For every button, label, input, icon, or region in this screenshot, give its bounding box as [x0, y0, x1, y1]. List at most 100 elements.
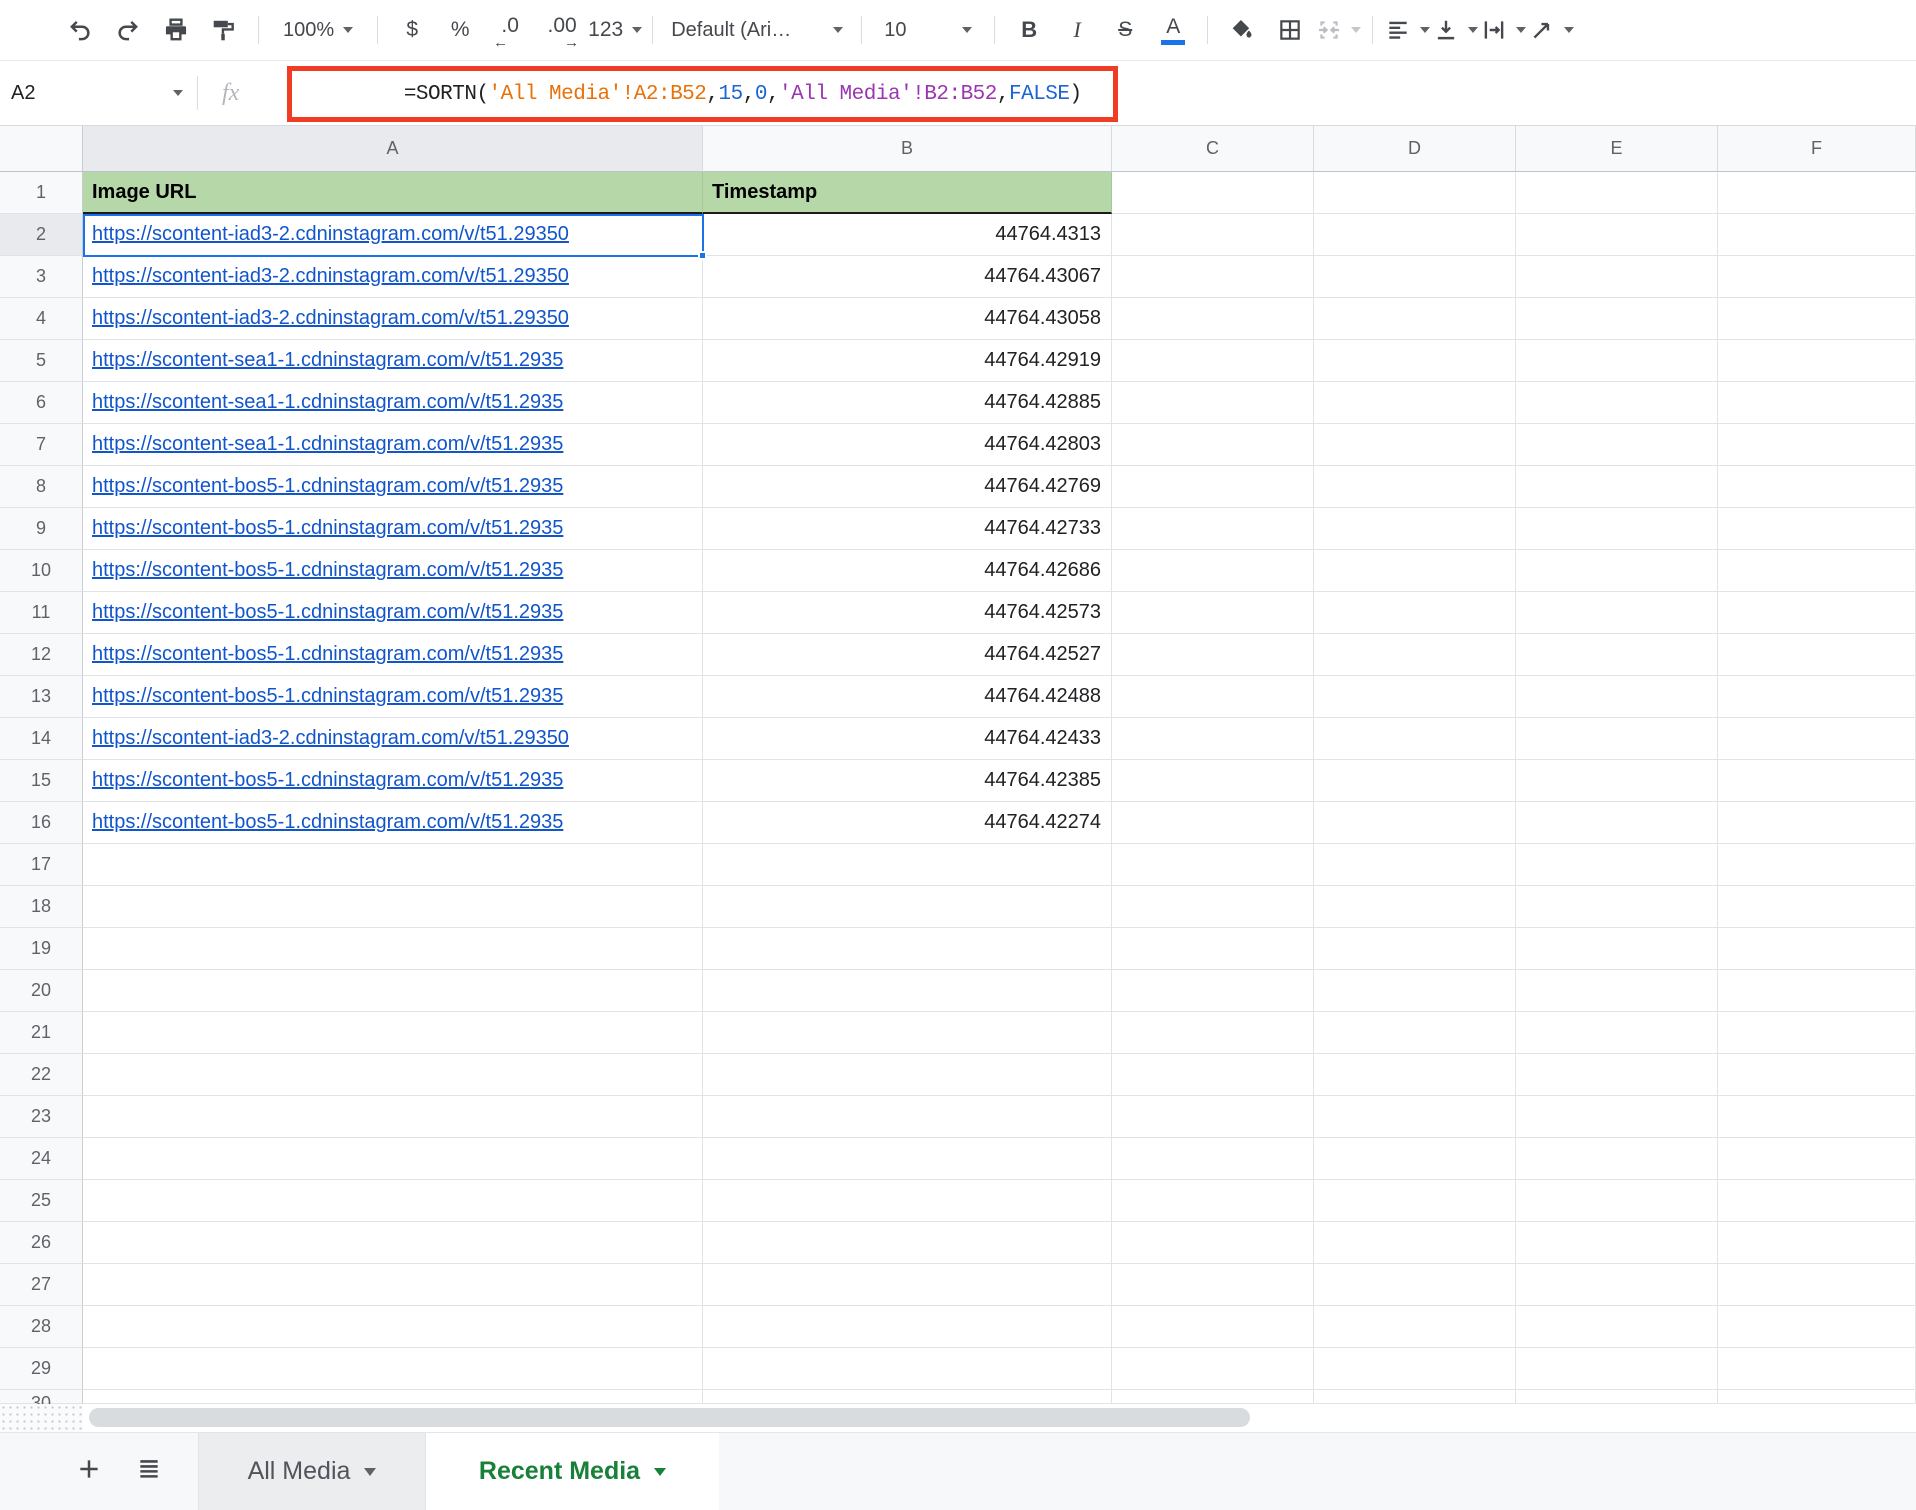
image-url-link[interactable]: https://scontent-bos5-1.cdninstagram.com… — [92, 811, 563, 834]
cell-B1[interactable]: Timestamp — [703, 172, 1112, 214]
cell-E1[interactable] — [1516, 172, 1718, 214]
cell-F7[interactable] — [1718, 424, 1916, 466]
column-header-F[interactable]: F — [1718, 126, 1916, 172]
cell-F1[interactable] — [1718, 172, 1916, 214]
cell-C28[interactable] — [1112, 1306, 1314, 1348]
image-url-link[interactable]: https://scontent-iad3-2.cdninstagram.com… — [92, 307, 569, 330]
decrease-decimal-button[interactable]: .0 ← — [484, 6, 536, 54]
row-header-2[interactable]: 2 — [0, 214, 83, 256]
cell-D13[interactable] — [1314, 676, 1516, 718]
cell-A18[interactable] — [83, 886, 703, 928]
cell-A1[interactable]: Image URL — [83, 172, 703, 214]
cell-D24[interactable] — [1314, 1138, 1516, 1180]
italic-button[interactable]: I — [1053, 6, 1101, 54]
cell-F13[interactable] — [1718, 676, 1916, 718]
cell-A21[interactable] — [83, 1012, 703, 1054]
cell-B23[interactable] — [703, 1096, 1112, 1138]
cell-E30[interactable] — [1516, 1390, 1718, 1404]
image-url-link[interactable]: https://scontent-bos5-1.cdninstagram.com… — [92, 517, 563, 540]
cell-F23[interactable] — [1718, 1096, 1916, 1138]
text-wrap-button[interactable] — [1479, 6, 1527, 54]
cell-A23[interactable] — [83, 1096, 703, 1138]
cell-C23[interactable] — [1112, 1096, 1314, 1138]
cell-B5[interactable]: 44764.42919 — [703, 340, 1112, 382]
cell-A3[interactable]: https://scontent-iad3-2.cdninstagram.com… — [83, 256, 703, 298]
cell-B26[interactable] — [703, 1222, 1112, 1264]
image-url-link[interactable]: https://scontent-bos5-1.cdninstagram.com… — [92, 643, 563, 666]
column-header-B[interactable]: B — [703, 126, 1112, 172]
cell-D19[interactable] — [1314, 928, 1516, 970]
font-size-selector[interactable]: 10 — [872, 6, 984, 54]
cell-B22[interactable] — [703, 1054, 1112, 1096]
cell-E28[interactable] — [1516, 1306, 1718, 1348]
row-header-26[interactable]: 26 — [0, 1222, 83, 1264]
row-header-30[interactable]: 30 — [0, 1390, 83, 1404]
cell-A6[interactable]: https://scontent-sea1-1.cdninstagram.com… — [83, 382, 703, 424]
cell-E7[interactable] — [1516, 424, 1718, 466]
horizontal-align-button[interactable] — [1383, 6, 1431, 54]
row-header-5[interactable]: 5 — [0, 340, 83, 382]
cell-E27[interactable] — [1516, 1264, 1718, 1306]
cell-D6[interactable] — [1314, 382, 1516, 424]
select-all-corner[interactable] — [0, 126, 83, 172]
cell-D14[interactable] — [1314, 718, 1516, 760]
row-header-23[interactable]: 23 — [0, 1096, 83, 1138]
cell-F12[interactable] — [1718, 634, 1916, 676]
bold-button[interactable]: B — [1005, 6, 1053, 54]
cell-C11[interactable] — [1112, 592, 1314, 634]
cell-A15[interactable]: https://scontent-bos5-1.cdninstagram.com… — [83, 760, 703, 802]
cell-F15[interactable] — [1718, 760, 1916, 802]
cell-A25[interactable] — [83, 1180, 703, 1222]
cell-C27[interactable] — [1112, 1264, 1314, 1306]
row-header-17[interactable]: 17 — [0, 844, 83, 886]
cell-A13[interactable]: https://scontent-bos5-1.cdninstagram.com… — [83, 676, 703, 718]
cell-C22[interactable] — [1112, 1054, 1314, 1096]
cell-A5[interactable]: https://scontent-sea1-1.cdninstagram.com… — [83, 340, 703, 382]
cell-D12[interactable] — [1314, 634, 1516, 676]
cell-A12[interactable]: https://scontent-bos5-1.cdninstagram.com… — [83, 634, 703, 676]
cell-A9[interactable]: https://scontent-bos5-1.cdninstagram.com… — [83, 508, 703, 550]
cell-F26[interactable] — [1718, 1222, 1916, 1264]
cell-B12[interactable]: 44764.42527 — [703, 634, 1112, 676]
row-header-9[interactable]: 9 — [0, 508, 83, 550]
row-header-12[interactable]: 12 — [0, 634, 83, 676]
cell-A26[interactable] — [83, 1222, 703, 1264]
cell-D23[interactable] — [1314, 1096, 1516, 1138]
cell-B29[interactable] — [703, 1348, 1112, 1390]
cell-E21[interactable] — [1516, 1012, 1718, 1054]
font-family-selector[interactable]: Default (Ari… — [663, 6, 851, 54]
cell-F22[interactable] — [1718, 1054, 1916, 1096]
cell-A20[interactable] — [83, 970, 703, 1012]
cell-D28[interactable] — [1314, 1306, 1516, 1348]
borders-button[interactable] — [1266, 6, 1314, 54]
cell-B20[interactable] — [703, 970, 1112, 1012]
cell-E5[interactable] — [1516, 340, 1718, 382]
cell-B3[interactable]: 44764.43067 — [703, 256, 1112, 298]
fill-color-button[interactable] — [1218, 6, 1266, 54]
cell-A17[interactable] — [83, 844, 703, 886]
row-header-8[interactable]: 8 — [0, 466, 83, 508]
row-header-3[interactable]: 3 — [0, 256, 83, 298]
cell-D1[interactable] — [1314, 172, 1516, 214]
cell-F14[interactable] — [1718, 718, 1916, 760]
cell-F10[interactable] — [1718, 550, 1916, 592]
cell-B10[interactable]: 44764.42686 — [703, 550, 1112, 592]
cell-B15[interactable]: 44764.42385 — [703, 760, 1112, 802]
cell-C8[interactable] — [1112, 466, 1314, 508]
cell-B14[interactable]: 44764.42433 — [703, 718, 1112, 760]
cell-F2[interactable] — [1718, 214, 1916, 256]
name-box[interactable]: A2 — [0, 61, 197, 125]
cell-B7[interactable]: 44764.42803 — [703, 424, 1112, 466]
cell-F9[interactable] — [1718, 508, 1916, 550]
undo-button[interactable] — [56, 6, 104, 54]
cell-E18[interactable] — [1516, 886, 1718, 928]
cell-D29[interactable] — [1314, 1348, 1516, 1390]
cell-E10[interactable] — [1516, 550, 1718, 592]
image-url-link[interactable]: https://scontent-sea1-1.cdninstagram.com… — [92, 391, 563, 414]
cell-E22[interactable] — [1516, 1054, 1718, 1096]
cell-A2[interactable]: https://scontent-iad3-2.cdninstagram.com… — [83, 214, 703, 256]
cell-B9[interactable]: 44764.42733 — [703, 508, 1112, 550]
cell-C18[interactable] — [1112, 886, 1314, 928]
cell-B11[interactable]: 44764.42573 — [703, 592, 1112, 634]
cell-F30[interactable] — [1718, 1390, 1916, 1404]
